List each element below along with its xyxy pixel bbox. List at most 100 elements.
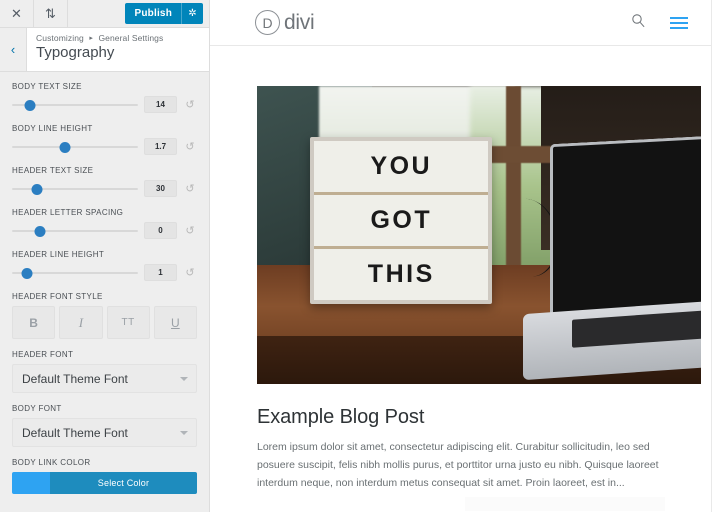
hamburger-bar (670, 16, 688, 19)
slider-row: 30 ↺ (12, 180, 197, 197)
body-text-size-slider[interactable] (12, 99, 138, 111)
control-label: BODY TEXT SIZE (12, 82, 82, 91)
control-header-line-height: HEADER LINE HEIGHT 1 ↺ (12, 250, 197, 281)
color-swatch[interactable] (12, 472, 50, 494)
gear-icon[interactable]: ✲ (181, 3, 203, 24)
publish-button-label: Publish (134, 7, 172, 19)
post-title[interactable]: Example Blog Post (257, 406, 712, 429)
control-label: BODY LINK COLOR (12, 458, 91, 467)
customizer-toolbar: ✕ ⇅ Publish ✲ (0, 0, 209, 28)
header-letter-spacing-slider[interactable] (12, 225, 138, 237)
site-header: D divi (210, 0, 712, 46)
photo-laptop-keyboard (572, 308, 701, 347)
control-label: HEADER FONT STYLE (12, 292, 103, 301)
control-body-line-height: BODY LINE HEIGHT 1.7 ↺ (12, 124, 197, 155)
customizer-sidebar: ✕ ⇅ Publish ✲ ‹ Customizing ▸ General Se… (0, 0, 210, 512)
slider-row: 1.7 ↺ (12, 138, 197, 155)
hamburger-bar (670, 21, 688, 24)
breadcrumb-section[interactable]: General Settings (98, 33, 163, 43)
control-header-font: HEADER FONT Default Theme Font (12, 350, 197, 393)
reset-icon[interactable]: ↺ (183, 224, 197, 237)
body-link-color-picker[interactable]: Select Color (12, 472, 197, 494)
slider-knob[interactable] (34, 225, 46, 237)
back-chevron-icon[interactable]: ‹ (0, 28, 27, 71)
photo-laptop-base (523, 299, 701, 380)
slider-knob[interactable] (24, 99, 36, 111)
control-label: HEADER FONT (12, 350, 74, 359)
control-label: BODY FONT (12, 404, 62, 413)
italic-button[interactable]: I (59, 306, 103, 339)
header-line-height-value[interactable]: 1 (144, 264, 177, 281)
photo-lightbox-sign: YOU GOT THIS (310, 136, 493, 304)
control-label: HEADER LINE HEIGHT (12, 250, 105, 259)
publish-button[interactable]: Publish ✲ (125, 3, 203, 24)
body-text-size-value[interactable]: 14 (144, 96, 177, 113)
reset-icon[interactable]: ↺ (183, 182, 197, 195)
hamburger-bar (670, 26, 688, 29)
reset-icon[interactable]: ↺ (183, 98, 197, 111)
site-preview: D divi YOU GOT THIS Example Blog Post Lo… (210, 0, 712, 512)
control-body-font: BODY FONT Default Theme Font (12, 404, 197, 447)
lightbox-line: YOU (314, 141, 489, 195)
header-letter-spacing-value[interactable]: 0 (144, 222, 177, 239)
divi-circle-logo-icon: D (255, 10, 280, 35)
slider-row: 0 ↺ (12, 222, 197, 239)
breadcrumb: Customizing ▸ General Settings (36, 33, 163, 43)
select-color-button[interactable]: Select Color (50, 472, 197, 494)
slider-knob[interactable] (31, 183, 43, 195)
control-label: HEADER TEXT SIZE (12, 166, 94, 175)
slider-knob[interactable] (21, 267, 33, 279)
panel-header-text: Customizing ▸ General Settings Typograph… (27, 28, 163, 71)
control-label: BODY LINE HEIGHT (12, 124, 93, 133)
post-excerpt: Lorem ipsum dolor sit amet, consectetur … (257, 441, 659, 490)
blog-post: YOU GOT THIS Example Blog Post Lorem ips… (210, 46, 712, 492)
site-logo[interactable]: D divi (255, 10, 315, 35)
page-title: Typography (36, 44, 115, 61)
chevron-down-icon (180, 430, 188, 435)
photo-laptop-screen (550, 135, 701, 329)
lightbox-line: GOT (314, 195, 489, 249)
slider-row: 14 ↺ (12, 96, 197, 113)
breadcrumb-root[interactable]: Customizing (36, 33, 84, 43)
slider-track (12, 145, 138, 148)
header-text-size-value[interactable]: 30 (144, 180, 177, 197)
chevron-down-icon (180, 376, 188, 381)
slider-track (12, 229, 138, 232)
control-header-font-style: HEADER FONT STYLE B I TT U (12, 292, 197, 339)
control-header-letter-spacing: HEADER LETTER SPACING 0 ↺ (12, 208, 197, 239)
expand-collapse-icon[interactable]: ⇅ (34, 0, 68, 27)
control-body-text-size: BODY TEXT SIZE 14 ↺ (12, 82, 197, 113)
slider-row: 1 ↺ (12, 264, 197, 281)
header-line-height-slider[interactable] (12, 267, 138, 279)
search-icon[interactable] (631, 13, 646, 32)
header-font-select[interactable]: Default Theme Font (12, 364, 197, 393)
body-line-height-value[interactable]: 1.7 (144, 138, 177, 155)
uppercase-button[interactable]: TT (106, 306, 150, 339)
panel-header: ‹ Customizing ▸ General Settings Typogra… (0, 28, 209, 72)
underline-button[interactable]: U (153, 306, 197, 339)
header-text-size-slider[interactable] (12, 183, 138, 195)
close-icon[interactable]: ✕ (0, 0, 34, 27)
body-font-value: Default Theme Font (22, 425, 128, 440)
customizer-app: ✕ ⇅ Publish ✲ ‹ Customizing ▸ General Se… (0, 0, 712, 512)
site-logo-text: divi (284, 10, 315, 34)
header-icons (631, 13, 688, 32)
slider-knob[interactable] (59, 141, 71, 153)
control-label: HEADER LETTER SPACING (12, 208, 124, 217)
breadcrumb-separator-icon: ▸ (89, 35, 93, 42)
below-fold-placeholder (465, 497, 665, 511)
control-body-link-color: BODY LINK COLOR Select Color (12, 458, 197, 494)
reset-icon[interactable]: ↺ (183, 140, 197, 153)
body-line-height-slider[interactable] (12, 141, 138, 153)
lightbox-line: THIS (367, 259, 435, 288)
customizer-controls: BODY TEXT SIZE 14 ↺ BODY LINE HEIGHT 1.7… (0, 72, 209, 512)
bold-button[interactable]: B (12, 306, 56, 339)
control-header-text-size: HEADER TEXT SIZE 30 ↺ (12, 166, 197, 197)
reset-icon[interactable]: ↺ (183, 266, 197, 279)
header-font-value: Default Theme Font (22, 371, 128, 386)
featured-image: YOU GOT THIS (257, 86, 701, 384)
body-font-select[interactable]: Default Theme Font (12, 418, 197, 447)
font-style-button-group: B I TT U (12, 306, 197, 339)
hamburger-menu-icon[interactable] (670, 16, 688, 29)
